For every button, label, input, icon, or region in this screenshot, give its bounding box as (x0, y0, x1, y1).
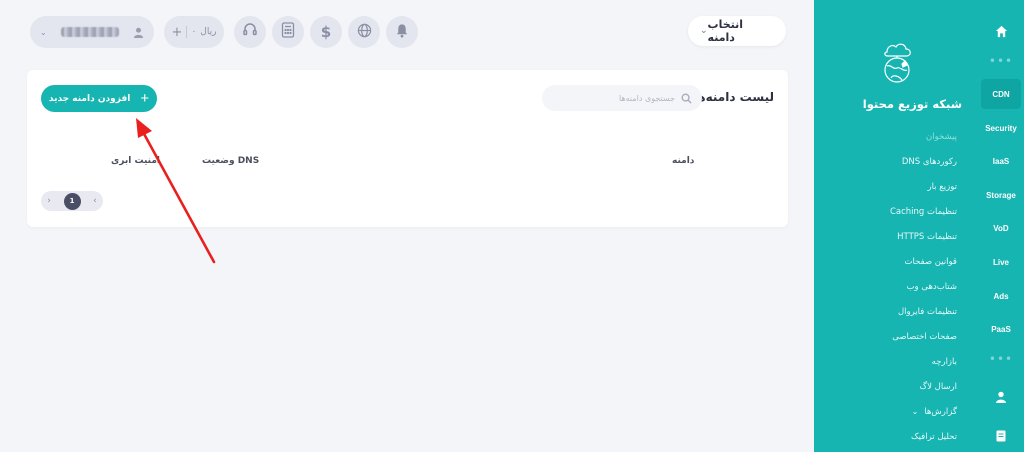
submenu-item-custom-pages[interactable]: صفحات اختصاصی (814, 324, 978, 349)
pagination-prev[interactable]: ‹ (93, 196, 97, 206)
support-button[interactable] (234, 16, 266, 48)
submenu-list: پیشخوان رکوردهای DNS توزیع بار تنظیمات C… (814, 124, 978, 449)
column-header-cloud-security: امنیت ابری (111, 156, 160, 166)
chevron-down-icon: ⌄ (911, 407, 919, 416)
pagination-next[interactable]: › (47, 196, 51, 206)
notifications-button[interactable] (386, 16, 418, 48)
calculator-icon (281, 22, 295, 42)
home-icon (995, 25, 1008, 40)
user-icon (995, 391, 1007, 405)
product-security[interactable]: Security (978, 113, 1024, 143)
product-iaas[interactable]: IaaS (978, 146, 1024, 176)
calculator-button[interactable] (272, 16, 304, 48)
blurred-username (60, 27, 119, 37)
pagination: › 1 ‹ (41, 191, 103, 211)
pagination-current-page[interactable]: 1 (63, 192, 81, 210)
wallet-amount: ۰ (191, 27, 197, 37)
product-ads[interactable]: Ads (978, 281, 1024, 311)
column-header-domain: دامنه (672, 156, 695, 166)
top-bar: ⌄ + ۰ ریال $ ⌄ انتخاب دامنه (30, 16, 786, 48)
domain-select[interactable]: ⌄ انتخاب دامنه (688, 16, 786, 46)
domain-list-card: لیست دامنه‌ها افزودن دامنه جدید + دامنه … (27, 70, 788, 227)
main-area: ⌄ + ۰ ریال $ (0, 0, 814, 452)
submenu-item-caching[interactable]: تنظیمات Caching (814, 199, 978, 224)
card-title: لیست دامنه‌ها (692, 90, 774, 104)
invoices-button[interactable] (978, 422, 1024, 452)
wallet-currency: ریال (200, 27, 217, 37)
dollar-icon: $ (320, 23, 332, 41)
search-input[interactable] (552, 93, 675, 103)
submenu-item-page-rules[interactable]: قوانین صفحات (814, 249, 978, 274)
billing-button[interactable]: $ (310, 16, 342, 48)
iconbar-divider-bottom: ••• (988, 352, 1014, 366)
add-domain-label: افزودن دامنه جدید (48, 93, 131, 104)
account-button[interactable] (978, 383, 1024, 413)
submenu-item-dashboard[interactable]: پیشخوان (814, 124, 978, 149)
product-cdn[interactable]: CDN (981, 79, 1021, 109)
submenu-item-log-forwarding[interactable]: ارسال لاگ (814, 374, 978, 399)
submenu-item-firewall[interactable]: تنظیمات فایروال (814, 299, 978, 324)
bell-icon (395, 23, 409, 42)
domain-search[interactable] (542, 85, 702, 111)
user-menu[interactable]: ⌄ (30, 16, 154, 48)
chevron-down-icon: ⌄ (700, 26, 708, 36)
chevron-down-icon: ⌄ (40, 27, 47, 37)
add-domain-button[interactable]: افزودن دامنه جدید + (41, 85, 157, 112)
cdn-logo-icon (884, 43, 911, 83)
wallet-balance[interactable]: + ۰ ریال (164, 16, 224, 48)
submenu-item-load-balancing[interactable]: توزیع بار (814, 174, 978, 199)
user-icon (133, 23, 144, 42)
product-storage[interactable]: Storage (978, 180, 1024, 210)
product-iconbar: ••• CDN Security IaaS Storage VoD Live A… (978, 0, 1024, 452)
globe-icon (357, 23, 372, 42)
submenu-item-web-acceleration[interactable]: شتاب‌دهی وب (814, 274, 978, 299)
wallet-add-icon[interactable]: + (172, 25, 183, 40)
product-live[interactable]: Live (978, 247, 1024, 277)
plus-icon: + (140, 90, 150, 107)
submenu-item-https[interactable]: تنظیمات HTTPS (814, 224, 978, 249)
column-header-dns-status: وضعیت DNS (202, 156, 260, 166)
headset-icon (242, 22, 258, 42)
submenu-panel: شبکه توزیع محتوا پیشخوان رکوردهای DNS تو… (814, 0, 978, 452)
submenu-section-title: شبکه توزیع محتوا (862, 97, 962, 111)
product-vod[interactable]: VoD (978, 213, 1024, 243)
submenu-item-marketplace[interactable]: بازارچه (814, 349, 978, 374)
submenu-item-dns-records[interactable]: رکوردهای DNS (814, 149, 978, 174)
language-button[interactable] (348, 16, 380, 48)
domain-select-label: انتخاب دامنه (707, 18, 744, 44)
product-paas[interactable]: PaaS (978, 314, 1024, 344)
submenu-item-traffic-analysis[interactable]: تحلیل ترافیک (814, 424, 978, 449)
home-button[interactable] (978, 17, 1024, 47)
iconbar-divider-top: ••• (988, 54, 1014, 68)
submenu-item-reports[interactable]: گزارش‌ها ⌄ (814, 399, 978, 424)
document-icon (996, 430, 1006, 444)
search-icon (681, 89, 692, 108)
